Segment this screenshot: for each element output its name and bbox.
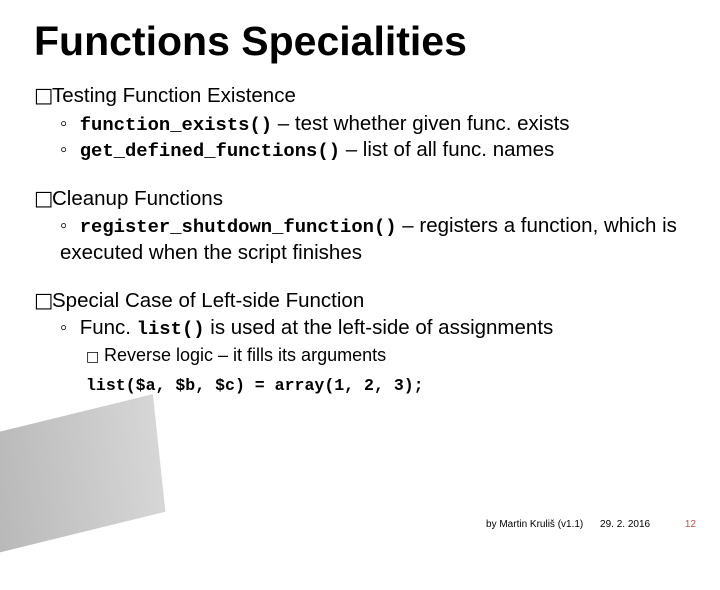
section-heading: □Testing Function Existence <box>34 83 686 109</box>
code-span: register_shutdown_function() <box>80 216 397 238</box>
decorative-wedge <box>0 394 165 590</box>
code-line: list($a, $b, $c) = array(1, 2, 3); <box>86 374 686 395</box>
bullet-item: ◦ function_exists() – test whether given… <box>60 111 686 138</box>
bullet-item: ◦ Func. list() is used at the left-side … <box>60 315 686 342</box>
bullet-item: ◦ get_defined_functions() – list of all … <box>60 137 686 164</box>
footer-page: 12 <box>685 519 696 530</box>
section-heading: □Cleanup Functions <box>34 186 686 212</box>
bullet-item: ◦ register_shutdown_function() – registe… <box>60 213 686 265</box>
section-special: □Special Case of Left-side Function ◦ Fu… <box>34 288 686 396</box>
code-span: get_defined_functions() <box>80 140 340 162</box>
section-testing: □Testing Function Existence ◦ function_e… <box>34 83 686 164</box>
code-span: function_exists() <box>80 114 272 136</box>
section-heading: □Special Case of Left-side Function <box>34 288 686 314</box>
footer-date: 29. 2. 2016 <box>600 519 650 530</box>
sub-bullet: □Reverse logic – it fills its arguments <box>86 344 686 367</box>
slide-title: Functions Specialities <box>34 18 686 65</box>
section-cleanup: □Cleanup Functions ◦ register_shutdown_f… <box>34 186 686 266</box>
footer-author: by Martin Kruliš (v1.1) <box>486 519 583 530</box>
slide-footer: by Martin Kruliš (v1.1) 29. 2. 2016 12 <box>486 519 696 530</box>
code-span: list() <box>137 318 205 340</box>
